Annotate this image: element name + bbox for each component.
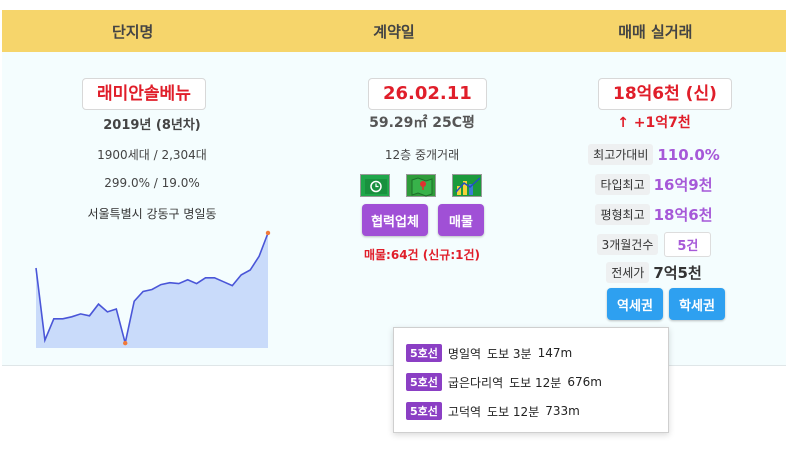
stat-label: 타입최고 — [595, 174, 650, 195]
exclusive-area: 59.29㎡ 25C평 — [369, 115, 475, 131]
map-icon[interactable] — [406, 174, 436, 197]
floor-deal-type: 12층 중개거래 — [384, 148, 460, 162]
distance: 676m — [567, 375, 602, 389]
household-parking: 1900세대 / 2,304대 — [97, 148, 207, 162]
station-item: 5호선 명일역 도보 3분 147m — [406, 344, 572, 362]
stat-vs-max: 최고가대비 110.0% — [522, 144, 786, 165]
price-change: ↑ +1억7천 — [617, 115, 691, 131]
listing-button[interactable]: 매물 — [438, 204, 484, 236]
floor-area-ratio: 299.0% / 19.0% — [104, 176, 200, 190]
listing-count[interactable]: 매물:64건 (신규:1건) — [292, 246, 552, 263]
quick-icons — [360, 174, 490, 198]
stat-value: 18억6천 — [653, 206, 713, 224]
station-name: 명일역 — [447, 346, 482, 361]
build-year: 2019년 (8년차) — [103, 118, 201, 133]
station-area-button[interactable]: 역세권 — [607, 288, 663, 320]
station-tooltip: 5호선 명일역 도보 3분 147m 5호선 굽은다리역 도보 12분 676m… — [393, 327, 669, 433]
clock-icon[interactable] — [360, 174, 390, 197]
stat-label: 최고가대비 — [588, 144, 654, 165]
distance: 733m — [545, 404, 580, 418]
distance: 147m — [537, 346, 573, 360]
header-complex-name: 단지명 — [111, 22, 154, 41]
table-header: 단지명 계약일 매매 실거래 — [2, 10, 786, 52]
station-name: 굽은다리역 — [447, 375, 504, 390]
trade-price: 18억6천 (신) — [598, 78, 732, 110]
stat-label: 전세가 — [606, 262, 650, 283]
walk-time: 도보 12분 — [509, 375, 562, 390]
listing-row: 래미안솔베뉴 2019년 (8년차) 1900세대 / 2,304대 299.0… — [2, 52, 786, 366]
stat-count-value[interactable]: 5건 — [664, 232, 712, 257]
station-name: 고덕역 — [447, 404, 482, 419]
chart-area-fill — [36, 233, 268, 348]
stat-label: 평형최고 — [595, 204, 650, 225]
subway-line-badge: 5호선 — [406, 344, 442, 362]
chart-max-point — [265, 230, 271, 236]
station-item: 5호선 고덕역 도보 12분 733m — [406, 402, 580, 420]
header-trade-price: 매매 실거래 — [618, 22, 693, 41]
stat-3month-count: 3개월건수 5건 — [522, 232, 786, 257]
price-history-chart — [35, 230, 271, 348]
stat-label: 3개월건수 — [596, 234, 659, 255]
header-contract-date: 계약일 — [373, 22, 415, 41]
stat-size-max: 평형최고 18억6천 — [522, 204, 786, 225]
stat-value: 110.0% — [657, 145, 720, 164]
partner-button[interactable]: 협력업체 — [362, 204, 428, 236]
stat-type-max: 타입최고 16억9천 — [522, 174, 786, 195]
stat-value: 16억9천 — [653, 176, 713, 194]
chart-min-point — [123, 340, 128, 346]
stat-jeonse: 전세가 7억5천 — [522, 262, 786, 283]
station-item: 5호선 굽은다리역 도보 12분 676m — [406, 373, 602, 391]
subway-line-badge: 5호선 — [406, 373, 442, 391]
walk-time: 도보 3분 — [487, 346, 532, 361]
school-area-button[interactable]: 학세권 — [669, 288, 725, 320]
complex-name-link[interactable]: 래미안솔베뉴 — [82, 78, 206, 110]
address: 서울특별시 강동구 명일동 — [87, 207, 217, 221]
chart-icon[interactable] — [452, 174, 482, 197]
contract-date: 26.02.11 — [368, 78, 487, 110]
subway-line-badge: 5호선 — [406, 402, 442, 420]
jeonse-value: 7억5천 — [653, 264, 702, 282]
walk-time: 도보 12분 — [487, 404, 540, 419]
